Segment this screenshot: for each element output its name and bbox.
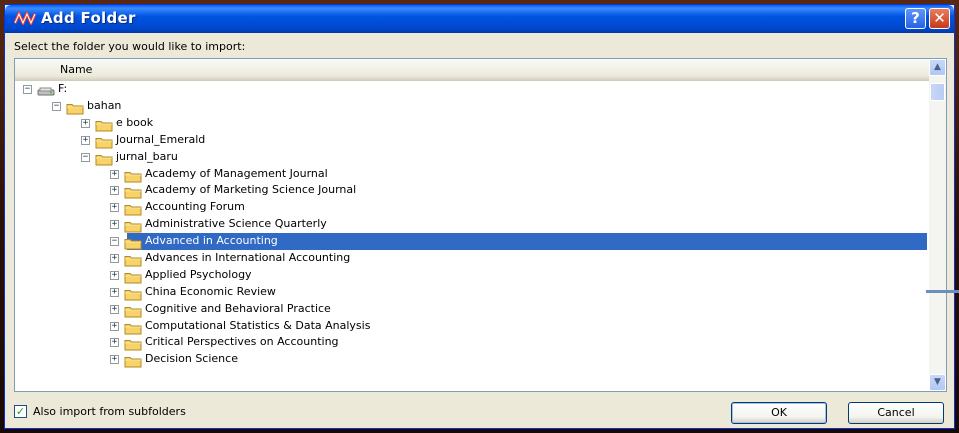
vertical-scrollbar[interactable]: ▲ ▼ (929, 59, 946, 391)
tree-item-label[interactable]: jurnal_baru (116, 150, 178, 163)
tree-row[interactable]: + Cognitive and Behavioral Practice (15, 301, 929, 318)
tree-row[interactable]: − Advanced in Accounting (15, 233, 929, 250)
tree-item-label[interactable]: Advances in International Accounting (145, 251, 350, 264)
tree-row[interactable]: − F: (15, 81, 929, 98)
tree-row[interactable]: − bahan (15, 98, 929, 115)
tree-row[interactable]: + Computational Statistics & Data Analysi… (15, 318, 929, 335)
folder-icon (124, 303, 142, 318)
tree-item-label[interactable]: e book (116, 116, 153, 129)
expand-icon[interactable]: + (110, 338, 119, 347)
collapse-icon[interactable]: − (110, 237, 119, 246)
expand-icon[interactable]: + (110, 220, 119, 229)
app-logo-icon (14, 11, 36, 25)
expand-icon[interactable]: + (110, 203, 119, 212)
folder-icon (124, 218, 142, 233)
tree-item-label[interactable]: China Economic Review (145, 285, 276, 298)
folder-icon (124, 168, 142, 183)
drive-icon (37, 83, 55, 96)
expand-icon[interactable]: + (110, 254, 119, 263)
expand-icon[interactable]: + (110, 355, 119, 364)
tree-row[interactable]: + Academy of Marketing Science Journal (15, 182, 929, 199)
folder-icon (95, 117, 113, 132)
add-folder-dialog: Add Folder ? ✕ Select the folder you wou… (4, 4, 955, 429)
folder-icon (124, 336, 142, 351)
tree-row[interactable]: + Academy of Management Journal (15, 166, 929, 183)
expand-icon[interactable]: + (81, 119, 90, 128)
tree-item-label[interactable]: Decision Science (145, 352, 238, 365)
tree-row[interactable]: + Accounting Forum (15, 199, 929, 216)
tree-row[interactable]: + Journal_Emerald (15, 132, 929, 149)
folder-icon (124, 320, 142, 335)
folder-icon (66, 100, 84, 115)
folder-icon (124, 235, 142, 250)
tree-item-label[interactable]: Applied Psychology (145, 268, 252, 281)
expand-icon[interactable]: + (110, 305, 119, 314)
title-bar[interactable]: Add Folder ? ✕ (5, 5, 954, 33)
tree-row[interactable]: + Applied Psychology (15, 267, 929, 284)
folder-icon (124, 201, 142, 216)
collapse-icon[interactable]: − (23, 85, 32, 94)
tree-row[interactable]: + Decision Science (15, 351, 929, 368)
subfolders-label[interactable]: Also import from subfolders (33, 405, 186, 418)
expand-icon[interactable]: + (110, 186, 119, 195)
outer-frame: Add Folder ? ✕ Select the folder you wou… (0, 0, 959, 433)
tree-item-label[interactable]: Critical Perspectives on Accounting (145, 335, 339, 348)
scroll-up-button[interactable]: ▲ (929, 59, 946, 76)
tree-row[interactable]: + Advances in International Accounting (15, 250, 929, 267)
subfolders-checkbox[interactable]: ✓ (14, 405, 27, 418)
prompt-text: Select the folder you would like to impo… (14, 40, 246, 53)
folder-icon (95, 151, 113, 166)
folder-tree-panel: Name − F: − bahan + e book + Journal_Emerald − ju… (14, 58, 947, 392)
folder-icon (124, 286, 142, 301)
window-title: Add Folder (41, 9, 136, 27)
tree-item-label[interactable]: Academy of Marketing Science Journal (145, 183, 356, 196)
expand-icon[interactable]: + (81, 136, 90, 145)
tree-item-label[interactable]: Accounting Forum (145, 200, 245, 213)
expand-icon[interactable]: + (110, 271, 119, 280)
collapse-icon[interactable]: − (81, 153, 90, 162)
collapse-icon[interactable]: − (52, 102, 61, 111)
tree-item-label[interactable]: Academy of Management Journal (145, 167, 328, 180)
scroll-down-button[interactable]: ▼ (929, 374, 946, 391)
tree-row[interactable]: + Administrative Science Quarterly (15, 216, 929, 233)
tree-item-label[interactable]: Cognitive and Behavioral Practice (145, 302, 331, 315)
folder-icon (124, 353, 142, 368)
tree-row[interactable]: + Critical Perspectives on Accounting (15, 334, 929, 351)
close-button[interactable]: ✕ (929, 8, 950, 29)
tree-item-label[interactable]: F: (58, 82, 67, 95)
tree-item-label[interactable]: Advanced in Accounting (145, 234, 278, 247)
help-button[interactable]: ? (905, 8, 926, 29)
tree-item-label[interactable]: Administrative Science Quarterly (145, 217, 327, 230)
ok-button[interactable]: OK (731, 402, 827, 424)
tree-item-label[interactable]: bahan (87, 99, 121, 112)
folder-icon (124, 184, 142, 199)
folder-icon (124, 252, 142, 267)
column-header-name[interactable]: Name (15, 59, 929, 81)
tree-row[interactable]: + e book (15, 115, 929, 132)
tree-row[interactable]: + China Economic Review (15, 284, 929, 301)
cancel-button[interactable]: Cancel (848, 402, 944, 424)
overlay-marker-line (926, 290, 959, 293)
column-header-label: Name (60, 63, 93, 76)
tree-item-label[interactable]: Journal_Emerald (116, 133, 205, 146)
folder-tree: − F: − bahan + e book + Journal_Emerald − jurnal_… (15, 81, 929, 391)
folder-icon (124, 269, 142, 284)
folder-icon (95, 134, 113, 149)
scroll-thumb[interactable] (930, 83, 945, 101)
expand-icon[interactable]: + (110, 170, 119, 179)
tree-row[interactable]: − jurnal_baru (15, 149, 929, 166)
expand-icon[interactable]: + (110, 322, 119, 331)
expand-icon[interactable]: + (110, 288, 119, 297)
tree-item-label[interactable]: Computational Statistics & Data Analysis (145, 319, 370, 332)
